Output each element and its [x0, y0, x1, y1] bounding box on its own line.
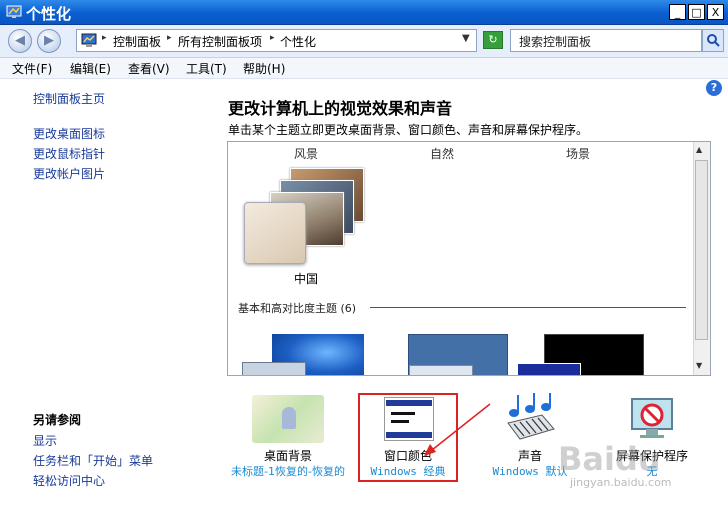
theme-column-scenes: 场景 — [566, 147, 591, 161]
theme-windows7[interactable] — [242, 334, 364, 375]
baidu-watermark-logo: Baidu — [558, 440, 661, 478]
scrollbar-thumb[interactable] — [695, 160, 708, 340]
breadcrumb-all-items[interactable]: 所有控制面板项 — [178, 33, 262, 50]
see-also-title: 另请参阅 — [33, 413, 82, 427]
menu-edit[interactable]: 编辑(E) — [70, 60, 111, 77]
desktop-background-thumbnail — [252, 395, 324, 443]
sidebar-link-desktop-icons[interactable]: 更改桌面图标 — [33, 125, 105, 142]
search-input[interactable]: 搜索控制面板 — [510, 29, 702, 52]
baidu-watermark-url: jingyan.baidu.com — [570, 476, 672, 489]
see-also-ease-of-access[interactable]: 轻松访问中心 — [33, 472, 105, 489]
theme-window-preview — [409, 365, 473, 375]
see-also-taskbar[interactable]: 任务栏和「开始」菜单 — [33, 452, 153, 469]
theme-window-preview — [517, 363, 581, 375]
sidebar-link-account-picture[interactable]: 更改帐户图片 — [33, 165, 105, 182]
scroll-down-icon[interactable]: ▼ — [696, 361, 702, 370]
scroll-up-icon[interactable]: ▲ — [696, 145, 702, 154]
breadcrumb-separator: ▸ — [167, 33, 172, 43]
help-icon[interactable]: ? — [706, 80, 722, 96]
address-bar[interactable]: ▸ 控制面板 ▸ 所有控制面板项 ▸ 个性化 ▼ — [76, 29, 477, 52]
theme-column-nature: 自然 — [430, 147, 455, 161]
theme-china-label: 中国 — [294, 272, 319, 286]
annotation-arrow-icon — [424, 403, 491, 456]
window-title: 个性化 — [26, 5, 72, 23]
screen-saver-icon — [631, 398, 673, 438]
minimize-button[interactable]: _ — [669, 4, 686, 20]
menu-file[interactable]: 文件(F) — [12, 60, 52, 77]
theme-high-contrast[interactable] — [517, 334, 644, 375]
title-bar[interactable]: 个性化 _ □ X — [0, 0, 728, 25]
chevron-down-icon[interactable]: ▼ — [462, 33, 470, 44]
desktop-background-option[interactable]: 桌面背景 未标题-1恢复的-恢复的 — [231, 393, 345, 493]
menu-help[interactable]: 帮助(H) — [243, 60, 285, 77]
breadcrumb-personalization[interactable]: 个性化 — [280, 33, 316, 50]
section-divider — [370, 307, 686, 308]
menu-bar: 文件(F) 编辑(E) 查看(V) 工具(T) 帮助(H) — [0, 58, 728, 79]
theme-thumb-selected — [244, 202, 306, 264]
breadcrumb-separator: ▸ — [102, 33, 107, 43]
sidebar-home-link[interactable]: 控制面板主页 — [33, 90, 105, 107]
back-button[interactable]: ◀ — [8, 29, 32, 53]
menu-view[interactable]: 查看(V) — [128, 60, 170, 77]
theme-china[interactable] — [242, 168, 372, 268]
theme-windows-basic[interactable] — [408, 334, 508, 375]
sound-icon — [507, 393, 555, 440]
close-button[interactable]: X — [707, 4, 724, 20]
wallpaper-figure — [282, 407, 296, 429]
forward-button[interactable]: ▶ — [37, 29, 61, 53]
theme-list-scrollbar[interactable]: ▲ ▼ — [693, 142, 710, 375]
menu-tools[interactable]: 工具(T) — [186, 60, 227, 77]
search-button[interactable] — [702, 29, 724, 52]
theme-window-preview — [242, 362, 306, 375]
see-also-display[interactable]: 显示 — [33, 432, 57, 449]
theme-column-landscape: 风景 — [294, 147, 319, 161]
sidebar-link-mouse-pointers[interactable]: 更改鼠标指针 — [33, 145, 105, 162]
control-panel-icon — [81, 33, 97, 47]
theme-list[interactable]: 风景 自然 场景 中国 基本和高对比度主题 (6) ▲ ▼ — [227, 141, 711, 376]
maximize-button[interactable]: □ — [688, 4, 705, 20]
page-title: 更改计算机上的视觉效果和声音 — [228, 99, 453, 118]
navigation-bar: ◀ ▶ ▸ 控制面板 ▸ 所有控制面板项 ▸ 个性化 ▼ ↻ 搜索控制面板 — [0, 25, 728, 58]
breadcrumb-separator: ▸ — [270, 33, 275, 43]
search-icon — [707, 34, 720, 47]
refresh-button[interactable]: ↻ — [483, 31, 503, 49]
desktop-background-label: 桌面背景 — [263, 449, 312, 463]
basic-themes-section-title: 基本和高对比度主题 (6) — [238, 302, 357, 315]
personalization-icon — [6, 5, 22, 18]
breadcrumb-control-panel[interactable]: 控制面板 — [113, 33, 161, 50]
desktop-background-value: 未标题-1恢复的-恢复的 — [231, 465, 345, 478]
page-subtitle: 单击某个主题立即更改桌面背景、窗口颜色、声音和屏幕保护程序。 — [228, 123, 589, 137]
